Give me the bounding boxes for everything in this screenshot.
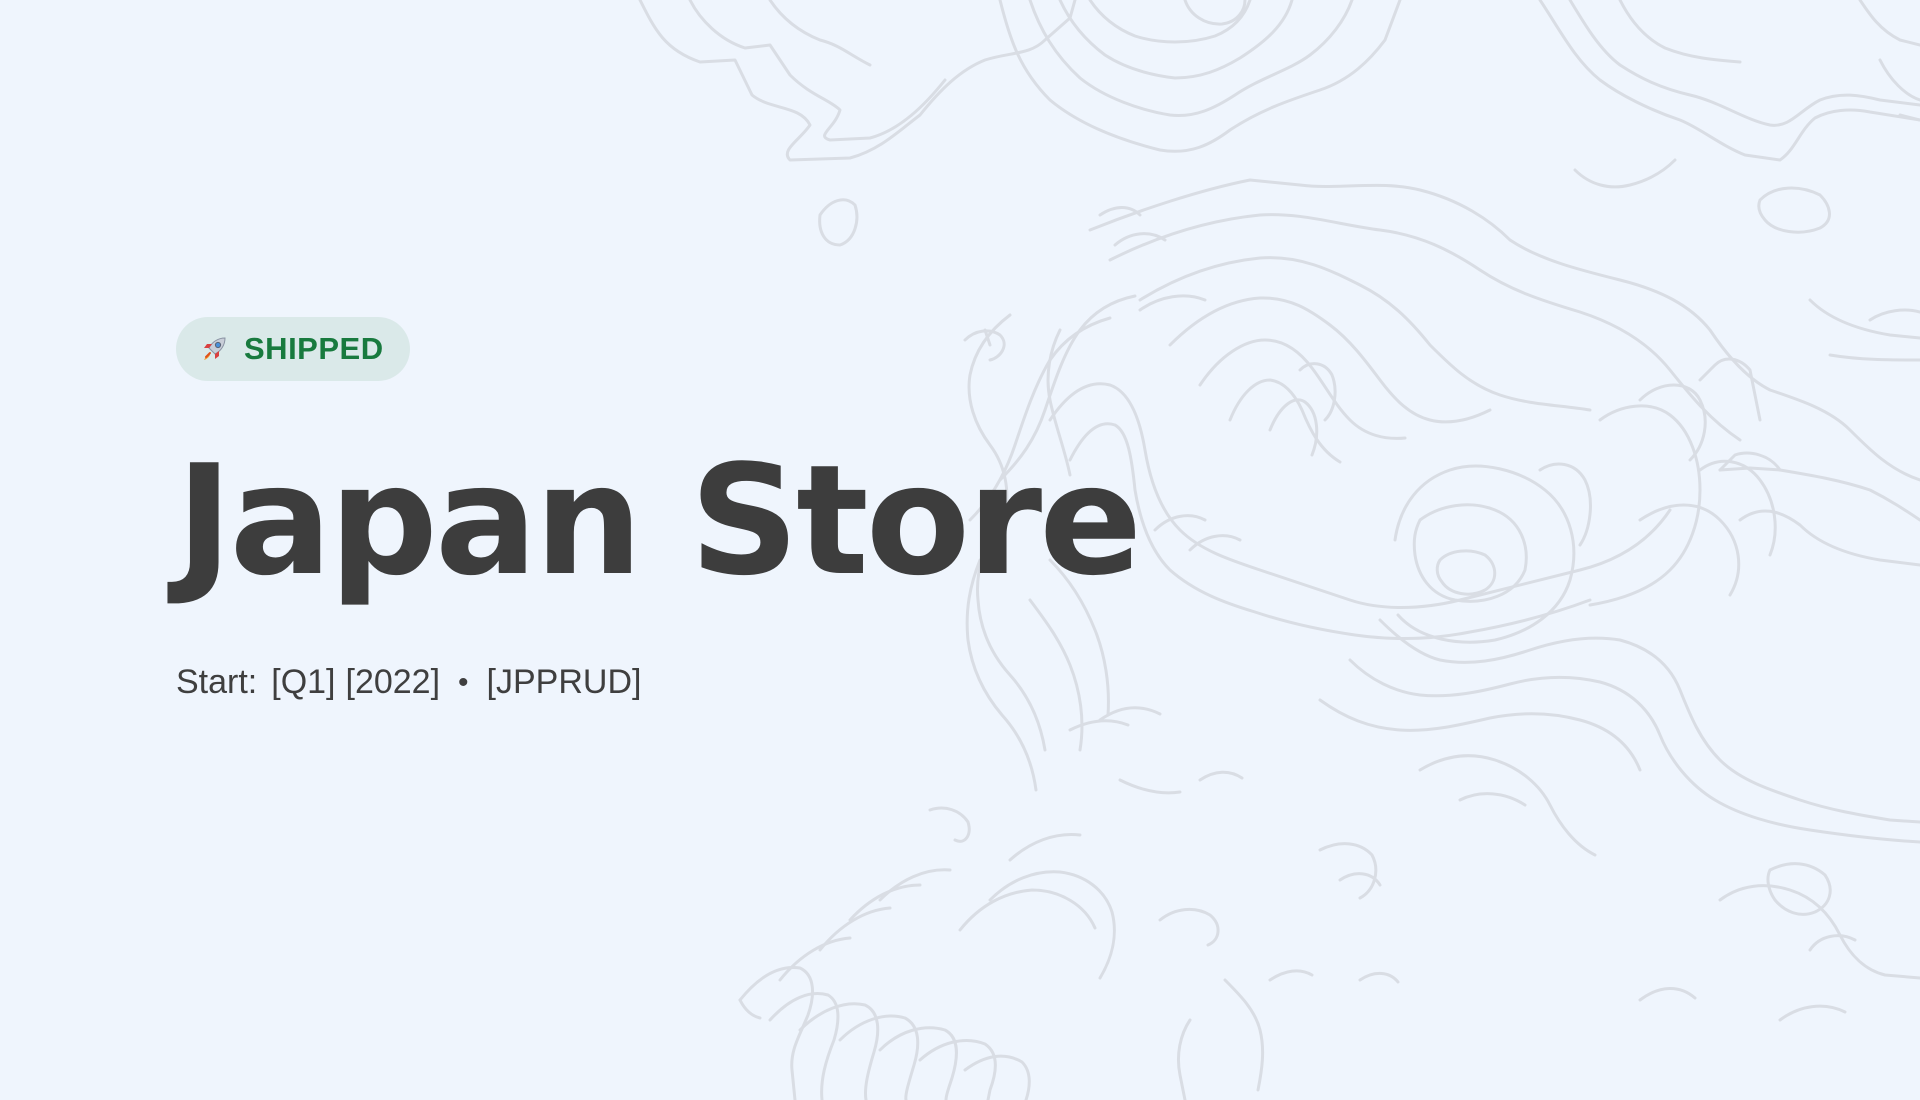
quarter-value: [Q1] (271, 663, 336, 701)
year-value: [2022] (345, 663, 441, 701)
page-title: Japan Store (176, 432, 1142, 609)
hero-content: SHIPPED Japan Store Start: [Q1] [2022] •… (176, 317, 1142, 702)
rocket-icon (204, 337, 226, 360)
status-badge-label: SHIPPED (244, 331, 384, 366)
meta-line: Start: [Q1] [2022] • [JPPRUD] (176, 663, 1139, 702)
start-label: Start: (176, 663, 258, 701)
status-badge: SHIPPED (176, 317, 410, 381)
project-code: [JPPRUD] (486, 663, 642, 701)
separator-dot: • (458, 665, 469, 699)
